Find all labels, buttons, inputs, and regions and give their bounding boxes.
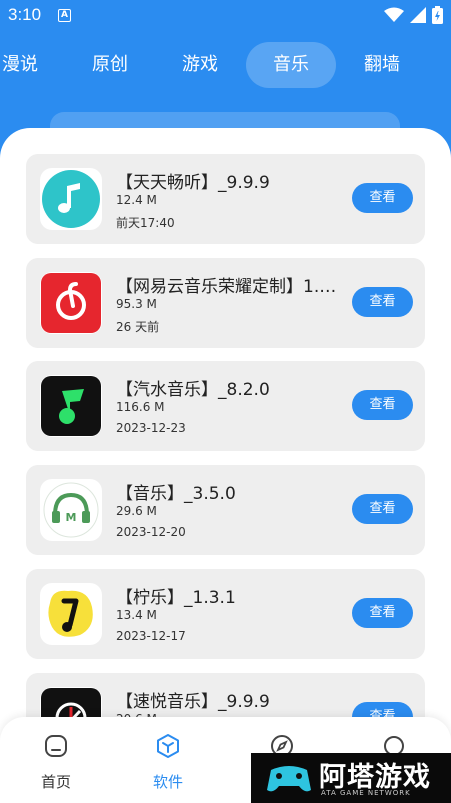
nav-home[interactable]: 首页: [16, 733, 96, 792]
status-bar: 3:10 A: [0, 0, 451, 32]
app-date: 26 天前: [116, 320, 160, 334]
app-card[interactable]: 【网易云音乐荣耀定制】1.… 95.3 M 26 天前 查看: [26, 258, 425, 348]
box-icon: [157, 734, 179, 758]
tab-fanqiang[interactable]: 翻墙: [352, 42, 412, 88]
app-name: 【音乐】_3.5.0: [116, 484, 236, 504]
headphones-music-icon: M: [40, 479, 102, 541]
app-card[interactable]: 【柠乐】_1.3.1 13.4 M 2023-12-17 查看: [26, 569, 425, 659]
app-size: 13.4 M: [116, 608, 157, 622]
gamepad-icon: [267, 766, 311, 792]
app-name: 【网易云音乐荣耀定制】1.…: [116, 277, 337, 297]
app-list: 【天天畅听】_9.9.9 12.4 M 前天17:40 查看 【网易云音乐荣耀定…: [0, 128, 451, 803]
app-size: 29.6 M: [116, 504, 157, 518]
view-button[interactable]: 查看: [352, 598, 413, 628]
app-date: 2023-12-17: [116, 629, 186, 643]
status-time: 3:10: [8, 5, 42, 24]
app-name: 【柠乐】_1.3.1: [116, 588, 236, 608]
app-card[interactable]: 【汽水音乐】_8.2.0 116.6 M 2023-12-23 查看: [26, 361, 425, 451]
signal-icon: [410, 7, 426, 23]
tab-manshuo[interactable]: 漫说: [0, 42, 42, 88]
app-size: 116.6 M: [116, 400, 165, 414]
notification-icon: A: [58, 9, 71, 22]
view-button[interactable]: 查看: [352, 390, 413, 420]
watermark-subtitle: ATA GAME NETWORK: [321, 789, 411, 797]
netease-music-icon: [40, 272, 102, 334]
nav-software[interactable]: 软件: [128, 733, 208, 792]
nav-label: 首页: [40, 773, 71, 791]
status-icons: [384, 6, 443, 24]
view-button[interactable]: 查看: [352, 494, 413, 524]
app-size: 12.4 M: [116, 193, 157, 207]
view-button[interactable]: 查看: [352, 183, 413, 213]
app-date: 2023-12-23: [116, 421, 186, 435]
app-name: 【速悦音乐】_9.9.9: [116, 692, 270, 712]
app-card[interactable]: 【天天畅听】_9.9.9 12.4 M 前天17:40 查看: [26, 154, 425, 244]
tab-yuanchuang[interactable]: 原创: [80, 42, 140, 88]
svg-text:M: M: [66, 511, 77, 524]
app-name: 【汽水音乐】_8.2.0: [116, 380, 270, 400]
nav-label: 软件: [152, 773, 183, 791]
tab-yinyue[interactable]: 音乐: [246, 42, 336, 88]
qishui-music-icon: [40, 375, 102, 437]
app-size: 95.3 M: [116, 297, 157, 311]
watermark: 阿塔游戏网 ATA GAME NETWORK: [251, 753, 451, 803]
view-button[interactable]: 查看: [352, 287, 413, 317]
tab-youxi[interactable]: 游戏: [170, 42, 230, 88]
wifi-icon: [384, 7, 404, 22]
app-name: 【天天畅听】_9.9.9: [116, 173, 270, 193]
app-card[interactable]: M 【音乐】_3.5.0 29.6 M 2023-12-20 查看: [26, 465, 425, 555]
battery-icon: [432, 6, 443, 24]
home-icon: [45, 735, 67, 757]
tiantian-changting-icon: [40, 168, 102, 230]
app-date: 前天17:40: [116, 216, 175, 230]
app-date: 2023-12-20: [116, 525, 186, 539]
category-tabs: 漫说 原创 游戏 音乐 翻墙: [0, 42, 451, 88]
ningle-icon: [40, 583, 102, 645]
